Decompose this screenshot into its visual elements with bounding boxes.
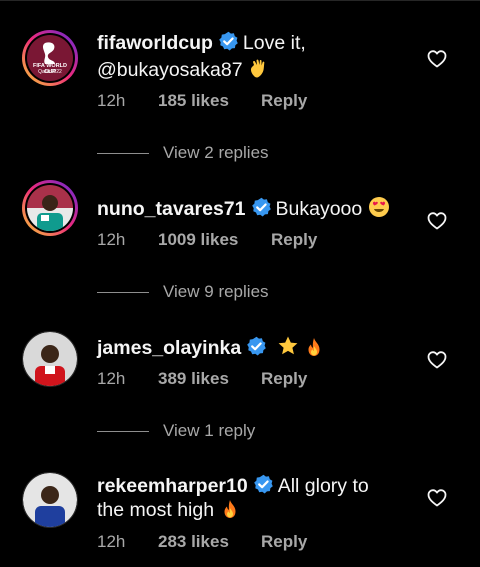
username[interactable]: james_olayinka xyxy=(97,337,241,359)
profile-photo-icon xyxy=(23,473,77,527)
timestamp: 12h xyxy=(97,369,126,388)
fifa-logo-subtext: Qatar2022 xyxy=(38,69,62,75)
replies-divider xyxy=(97,431,149,432)
comment-body: james_olayinka xyxy=(97,335,417,363)
username[interactable]: nuno_tavares71 xyxy=(97,198,246,220)
verified-badge-icon xyxy=(246,336,268,357)
comment-text-continued: the most high xyxy=(97,499,215,521)
reply-button[interactable]: Reply xyxy=(261,91,307,111)
like-heart-icon[interactable] xyxy=(427,211,447,231)
avatar[interactable] xyxy=(22,180,78,236)
like-heart-icon[interactable] xyxy=(427,488,447,508)
view-replies-label: View 9 replies xyxy=(163,282,269,301)
replies-divider xyxy=(97,153,149,154)
like-heart-icon[interactable] xyxy=(427,350,447,370)
likes-count[interactable]: 1009 likes xyxy=(158,230,238,250)
comment-body: nuno_tavares71 Bukayooo xyxy=(97,196,417,224)
comment-text: Bukayooo xyxy=(275,198,363,220)
like-heart-icon[interactable] xyxy=(427,49,447,69)
star-emoji-icon xyxy=(277,335,299,363)
replies-divider xyxy=(97,292,149,293)
timestamp: 12h xyxy=(97,91,126,110)
comment-text: All glory to xyxy=(277,475,369,497)
reply-button[interactable]: Reply xyxy=(261,532,307,552)
likes-count[interactable]: 283 likes xyxy=(158,532,229,552)
profile-photo-icon xyxy=(23,332,77,386)
comment-text: Love it, xyxy=(242,32,306,54)
top-divider xyxy=(0,0,480,9)
fifa-logo-icon: FIFA WORLD CUP Qatar2022 xyxy=(27,35,73,81)
username[interactable]: fifaworldcup xyxy=(97,32,213,54)
comment-body: fifaworldcup Love it, @bukayosaka87 xyxy=(97,31,417,85)
view-replies-label: View 2 replies xyxy=(163,143,269,162)
timestamp: 12h xyxy=(97,532,126,551)
avatar[interactable] xyxy=(22,472,78,528)
profile-photo-icon xyxy=(27,185,73,231)
fire-emoji-icon xyxy=(304,337,324,363)
reply-button[interactable]: Reply xyxy=(261,369,307,389)
heart-eyes-emoji-icon xyxy=(368,196,390,224)
likes-count[interactable]: 389 likes xyxy=(158,369,229,389)
reply-button[interactable]: Reply xyxy=(271,230,317,250)
avatar[interactable]: FIFA WORLD CUP Qatar2022 xyxy=(22,30,78,86)
fire-emoji-icon xyxy=(220,499,240,525)
username[interactable]: rekeemharper10 xyxy=(97,475,248,497)
wave-emoji-icon xyxy=(248,57,270,85)
verified-badge-icon xyxy=(252,474,274,495)
verified-badge-icon xyxy=(218,31,239,52)
mention-link[interactable]: @bukayosaka87 xyxy=(97,59,243,81)
likes-count[interactable]: 185 likes xyxy=(158,91,229,111)
verified-badge-icon xyxy=(250,197,272,218)
view-replies-label: View 1 reply xyxy=(163,421,256,440)
comment-body: rekeemharper10 All glory to the most high xyxy=(97,474,417,525)
timestamp: 12h xyxy=(97,230,126,249)
avatar[interactable] xyxy=(22,331,78,387)
